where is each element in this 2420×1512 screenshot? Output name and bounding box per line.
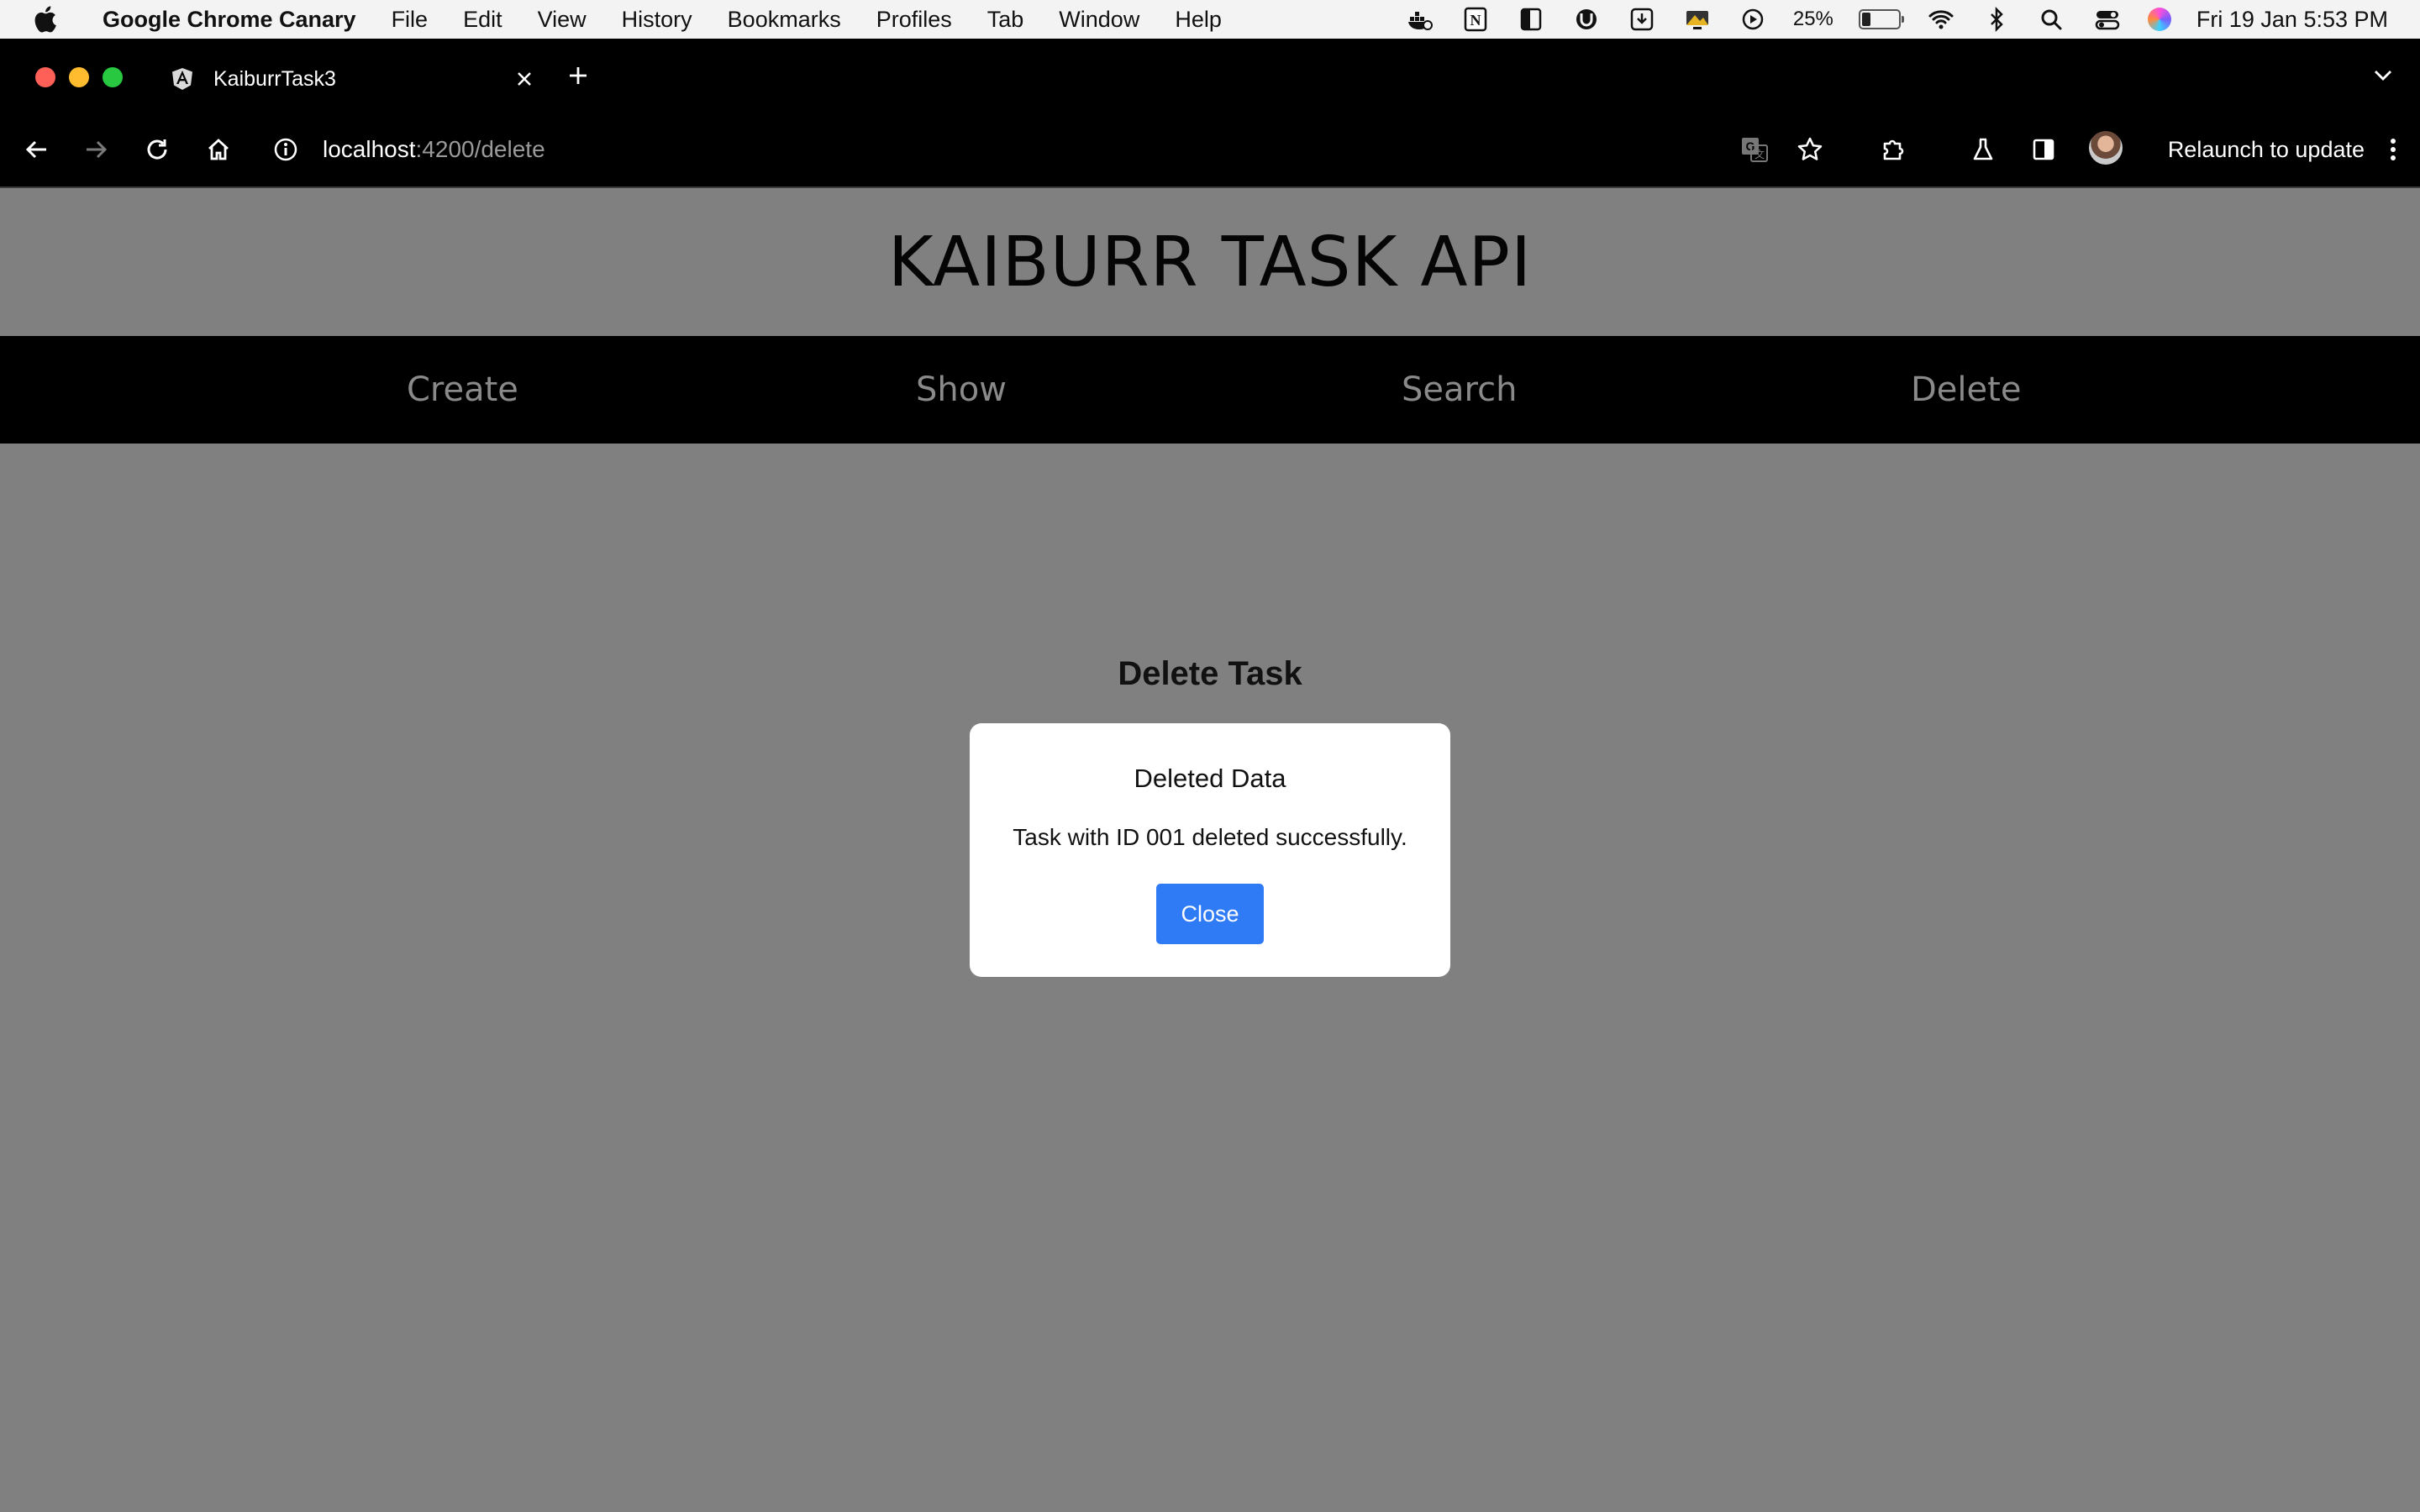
window-close-button[interactable] xyxy=(35,67,55,87)
svg-text:文: 文 xyxy=(1754,148,1765,160)
back-arrow-icon[interactable] xyxy=(18,131,55,168)
menubar-status-area: N 25% Fri 19 Jan 5:53 PM xyxy=(1405,0,2388,39)
sidebar-app-icon[interactable] xyxy=(1516,7,1546,32)
docker-icon[interactable] xyxy=(1405,7,1435,32)
home-icon[interactable] xyxy=(200,131,237,168)
apple-icon[interactable] xyxy=(32,5,57,34)
web-page: KAIBURR TASK API Create Show Search Dele… xyxy=(0,188,2420,1512)
browser-tab-active[interactable]: KaiburrTask3 xyxy=(151,54,546,104)
menu-edit[interactable]: Edit xyxy=(463,7,502,33)
control-center-icon[interactable] xyxy=(2092,7,2123,32)
svg-text:N: N xyxy=(1470,12,1481,29)
browser-toolbar: localhost:4200/delete G文 Relaunch to upd… xyxy=(0,113,2420,188)
menu-view[interactable]: View xyxy=(538,7,587,33)
bluetooth-icon[interactable] xyxy=(1981,7,2012,32)
window-minimize-button[interactable] xyxy=(69,67,89,87)
relaunch-to-update-button[interactable]: Relaunch to update xyxy=(2168,131,2365,168)
torrent-icon[interactable] xyxy=(1571,7,1602,32)
menu-tab[interactable]: Tab xyxy=(987,7,1024,33)
url-path: :4200/delete xyxy=(415,136,545,162)
menu-help[interactable]: Help xyxy=(1175,7,1222,33)
modal-close-button[interactable]: Close xyxy=(1156,884,1264,944)
macos-menubar: Google Chrome Canary File Edit View Hist… xyxy=(0,0,2420,39)
forward-arrow-icon[interactable] xyxy=(77,131,114,168)
menubar-clock[interactable]: Fri 19 Jan 5:53 PM xyxy=(2196,7,2388,33)
nav-delete-link[interactable]: Delete xyxy=(1911,336,2021,444)
new-tab-icon[interactable] xyxy=(561,59,595,92)
menu-file[interactable]: File xyxy=(392,7,429,33)
display-icon[interactable] xyxy=(1682,7,1712,32)
site-navbar: Create Show Search Delete xyxy=(0,336,2420,444)
more-menu-icon[interactable] xyxy=(2375,131,2412,168)
modal-message: Task with ID 001 deleted successfully. xyxy=(1013,824,1407,850)
menu-bookmarks[interactable]: Bookmarks xyxy=(728,7,841,33)
notion-icon[interactable]: N xyxy=(1460,7,1491,32)
relaunch-label: Relaunch to update xyxy=(2167,136,2365,162)
play-circle-icon[interactable] xyxy=(1738,7,1768,32)
menu-window[interactable]: Window xyxy=(1059,7,1139,33)
battery-icon[interactable] xyxy=(1858,9,1904,29)
site-info-icon[interactable] xyxy=(271,134,301,165)
battery-percent: 25% xyxy=(1792,8,1833,30)
reload-icon[interactable] xyxy=(139,131,176,168)
spotlight-search-icon[interactable] xyxy=(2037,7,2067,32)
nav-search-link[interactable]: Search xyxy=(1402,336,1517,444)
window-zoom-button[interactable] xyxy=(103,67,123,87)
nav-create-link[interactable]: Create xyxy=(407,336,518,444)
menubar-app-name[interactable]: Google Chrome Canary xyxy=(103,7,356,33)
extensions-puzzle-icon[interactable] xyxy=(1876,131,1912,168)
page-heading: Delete Task xyxy=(1118,655,1302,692)
translate-icon[interactable]: G文 xyxy=(1736,131,1773,168)
wifi-icon[interactable] xyxy=(1926,7,1956,32)
nav-show-link[interactable]: Show xyxy=(916,336,1007,444)
profile-avatar[interactable] xyxy=(2089,131,2123,165)
tab-search-chevron-icon[interactable] xyxy=(2368,60,2398,91)
bookmark-star-icon[interactable] xyxy=(1791,131,1828,168)
side-panel-icon[interactable] xyxy=(2025,131,2062,168)
site-header: KAIBURR TASK API xyxy=(0,188,2420,336)
tab-close-icon[interactable] xyxy=(508,62,541,96)
menu-profiles[interactable]: Profiles xyxy=(876,7,952,33)
angular-favicon-icon xyxy=(172,68,192,90)
deleted-data-modal: Deleted Data Task with ID 001 deleted su… xyxy=(970,723,1450,977)
siri-icon[interactable] xyxy=(2147,8,2171,31)
address-bar[interactable]: localhost:4200/delete xyxy=(271,126,1699,173)
modal-title: Deleted Data xyxy=(1134,764,1286,793)
site-title: KAIBURR TASK API xyxy=(887,222,1533,302)
menu-history[interactable]: History xyxy=(622,7,692,33)
browser-tabstrip: KaiburrTask3 xyxy=(0,39,2420,113)
labs-flask-icon[interactable] xyxy=(1965,131,2002,168)
tab-title: KaiburrTask3 xyxy=(213,66,336,91)
download-manager-icon[interactable] xyxy=(1627,7,1657,32)
url-host: localhost xyxy=(323,136,416,162)
